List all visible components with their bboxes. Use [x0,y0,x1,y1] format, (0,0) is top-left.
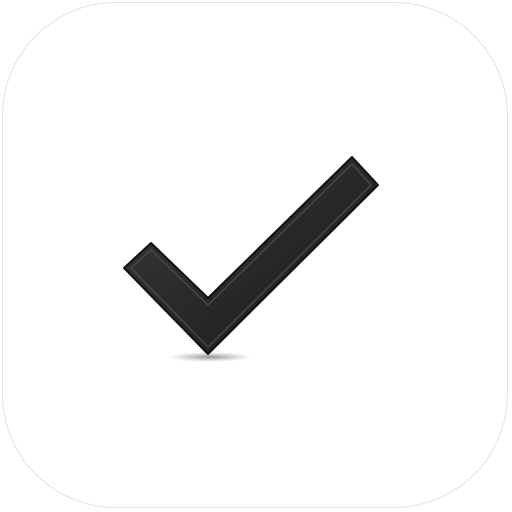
icon-canvas [0,0,512,512]
checkmark-icon [123,156,379,362]
checkmark-body [123,156,379,355]
checkmark-shadow [168,352,252,362]
